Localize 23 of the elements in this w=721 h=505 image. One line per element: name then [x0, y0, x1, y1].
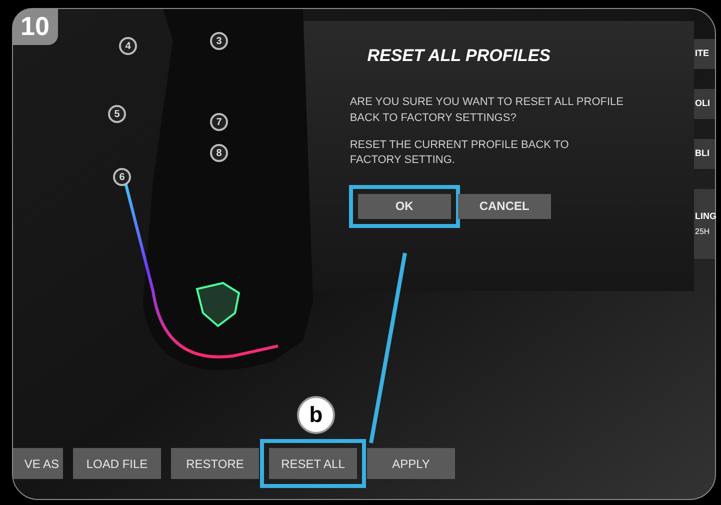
side-tab-label: LING [695, 210, 715, 223]
dialog-button[interactable]: RESTORE [171, 448, 259, 479]
side-tab-label: BLI [695, 147, 710, 160]
side-tab-label: ITE [695, 47, 710, 60]
side-tab-value: 25H [695, 226, 711, 238]
side-tab[interactable]: ITE [694, 39, 715, 69]
dialog-button[interactable]: LOAD FILE [73, 448, 161, 479]
dialog-button[interactable]: OK [358, 194, 451, 218]
side-tab[interactable]: OLI [694, 89, 715, 119]
dialog-title: RESET ALL PROFILES [366, 45, 552, 67]
dialog-button[interactable]: RESET ALL [269, 448, 357, 479]
dialog-message: ARE YOU SURE YOU WANT TO RESET ALL PROFILE BACK TO FACTORY SETTINGS? [350, 94, 624, 126]
side-tab-label: OLI [695, 97, 711, 110]
button-number-marker: 4 [119, 37, 137, 55]
dialog-button[interactable]: VE AS [13, 448, 63, 479]
button-number-marker: 5 [108, 105, 126, 123]
button-number-marker: 6 [113, 168, 131, 186]
dialog-button[interactable]: CANCEL [458, 194, 551, 218]
side-tab[interactable]: BLI [694, 139, 715, 169]
dialog-note: RESET THE CURRENT PROFILE BACK TO FACTORY SETTING. [350, 138, 570, 168]
step-badge: 10 [12, 8, 58, 45]
dialog-button[interactable]: APPLY [367, 448, 455, 479]
side-tab[interactable]: LING 25H [694, 189, 715, 259]
